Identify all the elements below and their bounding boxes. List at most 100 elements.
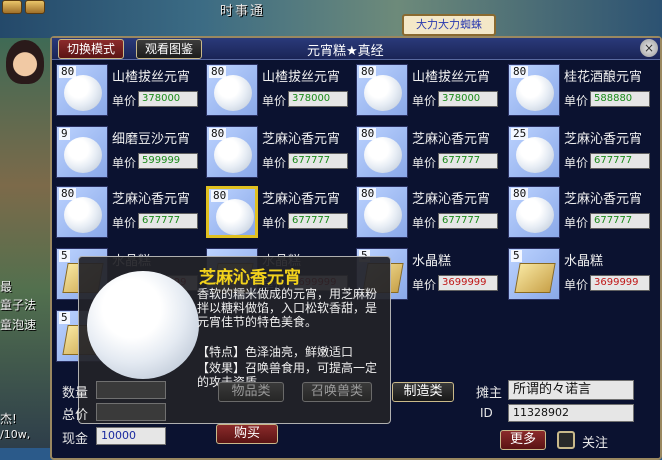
item-category-button[interactable]: 物品类 <box>218 382 284 402</box>
item-name: 芝麻沁香元宵 <box>564 192 643 207</box>
game-background-top <box>0 0 662 38</box>
price-label: 单价 <box>412 156 437 170</box>
item-thumbnail[interactable]: 80 <box>56 64 108 116</box>
item-thumbnail[interactable]: 80 <box>206 64 258 116</box>
item-name: 水晶糕 <box>564 254 604 269</box>
item-quantity: 80 <box>209 127 227 140</box>
price-label: 单价 <box>112 94 137 108</box>
quantity-input[interactable] <box>96 381 166 399</box>
total-price-field <box>96 403 166 421</box>
more-button[interactable]: 更多 <box>500 430 546 450</box>
item-slot[interactable]: 80 山楂拔丝元宵 单价 378000 <box>206 64 356 122</box>
item-slot[interactable]: 25 芝麻沁香元宵 单价 677777 <box>508 126 658 184</box>
close-icon[interactable]: × <box>640 39 658 57</box>
item-name: 芝麻沁香元宵 <box>564 132 643 147</box>
summon-category-button[interactable]: 召唤兽类 <box>302 382 372 402</box>
left-label-5: /10w, <box>0 428 31 441</box>
item-slot[interactable]: 80 芝麻沁香元宵 单价 677777 <box>56 186 206 244</box>
item-thumbnail[interactable]: 25 <box>508 126 560 178</box>
item-thumbnail[interactable]: 80 <box>356 64 408 116</box>
item-price: 588880 <box>590 91 650 107</box>
buy-button[interactable]: 购买 <box>216 424 278 444</box>
item-name: 芝麻沁香元宵 <box>112 192 191 207</box>
rice-ball-icon <box>64 75 102 111</box>
item-name: 芝麻沁香元宵 <box>262 192 341 207</box>
item-thumbnail[interactable]: 80 <box>206 126 258 178</box>
tooltip-title: 芝麻沁香元宵 <box>199 268 301 288</box>
item-slot[interactable]: 80 芝麻沁香元宵 单价 677777 <box>356 126 506 184</box>
item-price: 677777 <box>590 153 650 169</box>
rice-ball-icon <box>64 197 102 233</box>
item-slot[interactable]: 80 芝麻沁香元宵 单价 677777 <box>508 186 658 244</box>
rice-ball-icon <box>214 137 252 173</box>
view-catalog-button[interactable]: 观看图鉴 <box>136 39 203 59</box>
tooltip-property: 【特点】色泽油亮，鲜嫩适口 <box>197 345 354 359</box>
item-quantity: 80 <box>211 189 229 202</box>
item-slot[interactable]: 80 桂花酒酿元宵 单价 588880 <box>508 64 658 122</box>
price-label: 单价 <box>262 216 287 230</box>
item-slot[interactable]: 9 细磨豆沙元宵 单价 599999 <box>56 126 206 184</box>
owner-field: 所谓的々诺言 <box>508 380 634 400</box>
news-ticker: 时事通 <box>220 4 266 19</box>
map-icon[interactable] <box>25 0 45 14</box>
rice-ball-icon <box>516 197 554 233</box>
follow-checkbox[interactable] <box>557 431 575 449</box>
price-label: 单价 <box>262 156 287 170</box>
character-avatar[interactable] <box>6 40 44 84</box>
stall-window: 切换模式 观看图鉴 元宵糕★真经 × 80 山楂拔丝元宵 单价 378000 80 山楂拔… <box>50 36 662 460</box>
price-label: 单价 <box>412 278 437 292</box>
item-thumbnail[interactable]: 9 <box>56 126 108 178</box>
item-price: 378000 <box>138 91 198 107</box>
item-name: 芝麻沁香元宵 <box>412 132 491 147</box>
item-quantity: 9 <box>59 127 70 140</box>
cash-field: 10000 <box>96 427 166 445</box>
item-thumbnail[interactable]: 80 <box>356 186 408 238</box>
craft-category-button[interactable]: 制造类 <box>392 382 454 402</box>
item-quantity: 80 <box>359 127 377 140</box>
item-price: 677777 <box>438 153 498 169</box>
item-quantity: 5 <box>511 249 522 262</box>
left-label-4: 杰! <box>0 412 17 426</box>
item-slot[interactable]: 5 水晶糕单价3699999 <box>508 248 658 306</box>
item-thumbnail[interactable]: 5 <box>508 248 560 300</box>
title-bar[interactable]: 切换模式 观看图鉴 元宵糕★真经 × <box>52 38 660 60</box>
item-slot[interactable]: 80 芝麻沁香元宵 单价 677777 <box>206 126 356 184</box>
id-label: ID <box>480 406 493 420</box>
item-price: 3699999 <box>438 275 498 291</box>
scroll-icon[interactable] <box>2 0 22 14</box>
rice-ball-icon <box>364 137 402 173</box>
item-slot[interactable]: 80 芝麻沁香元宵 单价 677777 <box>206 186 356 244</box>
item-slot[interactable]: 80 山楂拔丝元宵 单价 378000 <box>356 64 506 122</box>
window-title: 元宵糕★真经 <box>307 44 384 59</box>
top-toolbar-icons <box>2 0 45 14</box>
item-name: 水晶糕 <box>412 254 452 269</box>
rice-ball-icon <box>364 75 402 111</box>
id-field: 11328902 <box>508 404 634 422</box>
price-label: 单价 <box>564 278 589 292</box>
item-name: 山楂拔丝元宵 <box>112 70 191 85</box>
item-thumbnail[interactable]: 80 <box>356 126 408 178</box>
price-label: 单价 <box>112 216 137 230</box>
rice-ball-icon <box>216 199 254 235</box>
item-thumbnail[interactable]: 80 <box>508 186 560 238</box>
item-price: 599999 <box>138 153 198 169</box>
item-slot[interactable]: 80 山楂拔丝元宵 单价 378000 <box>56 64 206 122</box>
item-quantity: 5 <box>59 311 70 324</box>
rice-ball-icon <box>214 75 252 111</box>
total-price-label: 总价 <box>62 408 89 423</box>
game-background-left <box>0 38 50 460</box>
item-quantity: 80 <box>359 65 377 78</box>
rice-ball-icon <box>516 75 554 111</box>
item-price: 378000 <box>288 91 348 107</box>
switch-mode-button[interactable]: 切换模式 <box>58 39 125 59</box>
item-quantity: 25 <box>511 127 529 140</box>
item-name: 桂花酒酿元宵 <box>564 70 643 85</box>
price-label: 单价 <box>262 94 287 108</box>
tooltip-item-image <box>87 271 199 379</box>
item-thumbnail[interactable]: 80 <box>206 186 258 238</box>
item-slot[interactable]: 80 芝麻沁香元宵 单价 677777 <box>356 186 506 244</box>
rice-ball-icon <box>64 137 102 173</box>
item-thumbnail[interactable]: 80 <box>56 186 108 238</box>
item-thumbnail[interactable]: 80 <box>508 64 560 116</box>
item-name: 细磨豆沙元宵 <box>112 132 191 147</box>
